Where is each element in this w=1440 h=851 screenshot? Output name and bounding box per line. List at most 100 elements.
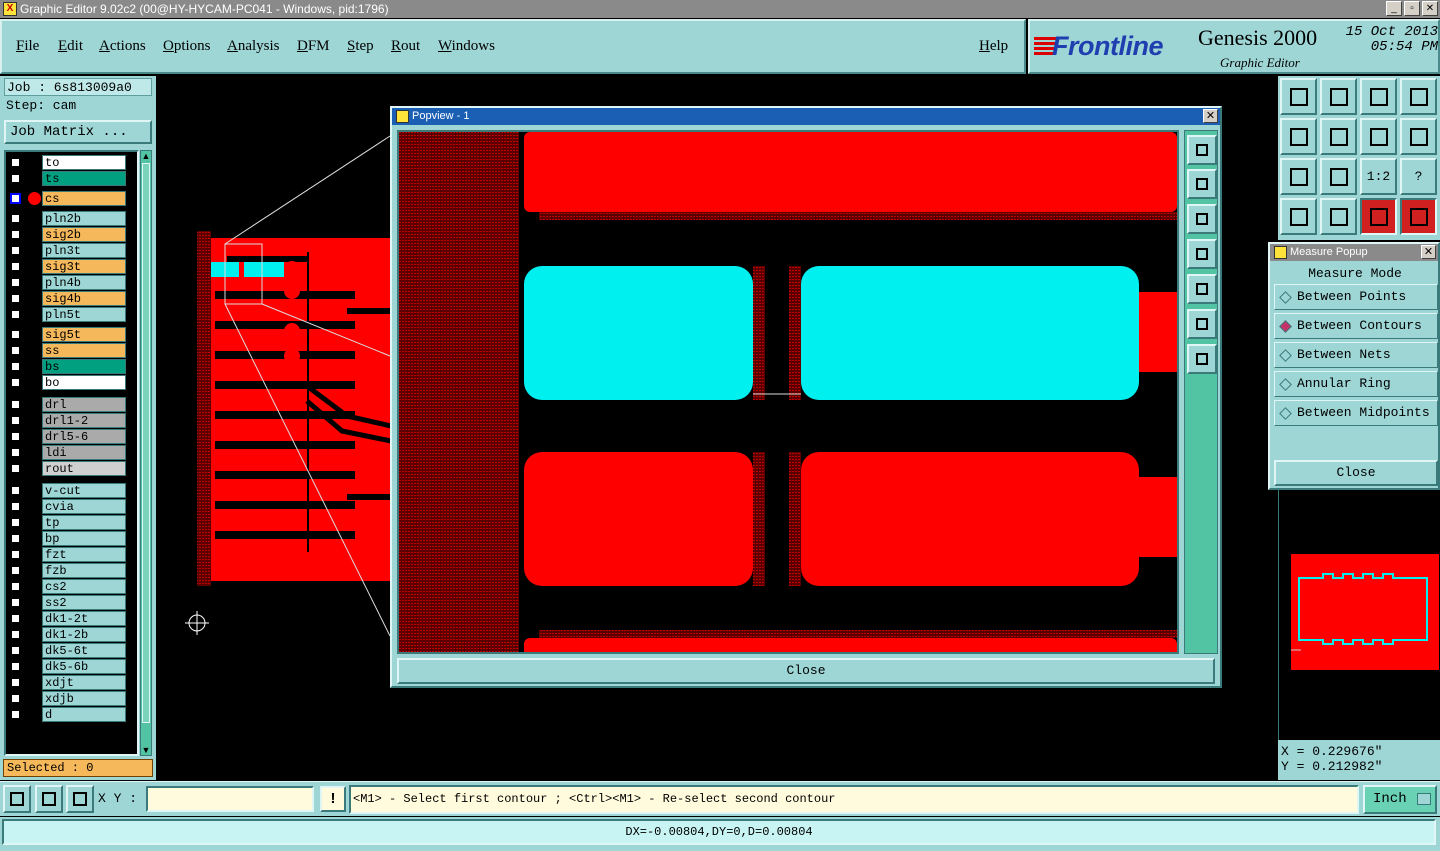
menu-help[interactable]: Help	[979, 38, 1008, 55]
layer-row[interactable]: rout	[8, 461, 128, 476]
menu-analysis[interactable]: Analysis	[227, 38, 280, 55]
grid-icon[interactable]	[1320, 198, 1357, 235]
layer-row[interactable]: ss	[8, 343, 128, 358]
layer-checkbox[interactable]	[10, 261, 21, 272]
layer-name[interactable]: pln3t	[42, 243, 126, 258]
popview-pan-left-icon[interactable]	[1187, 239, 1217, 269]
layer-checkbox[interactable]	[10, 463, 21, 474]
layer-checkbox[interactable]	[10, 309, 21, 320]
layer-checkbox[interactable]	[10, 709, 21, 720]
layer-checkbox[interactable]	[10, 277, 21, 288]
layer-checkbox[interactable]	[10, 447, 21, 458]
layer-row[interactable]: bo	[8, 375, 128, 390]
measure-option-between-midpoints[interactable]: Between Midpoints	[1274, 400, 1438, 426]
scroll-down-icon[interactable]: ▼	[141, 745, 151, 755]
layer-row[interactable]: pln5t	[8, 307, 128, 322]
layer-checkbox[interactable]	[10, 157, 21, 168]
layer-name[interactable]: dk1-2t	[42, 611, 126, 626]
layer-name[interactable]: sig3t	[42, 259, 126, 274]
menu-options[interactable]: Options	[163, 38, 211, 55]
layer-name[interactable]: sig2b	[42, 227, 126, 242]
layer-name[interactable]: v-cut	[42, 483, 126, 498]
layer-name[interactable]: ts	[42, 171, 126, 186]
layer-row[interactable]: bs	[8, 359, 128, 374]
layer-checkbox[interactable]	[10, 399, 21, 410]
layer-name[interactable]: drl5-6	[42, 429, 126, 444]
layer-name[interactable]: cs	[42, 191, 126, 206]
layer-name[interactable]: xdjb	[42, 691, 126, 706]
units-dropdown-icon[interactable]	[1417, 793, 1431, 805]
menu-edit[interactable]: Edit	[58, 38, 83, 55]
layer-row[interactable]: tp	[8, 515, 128, 530]
popview-canvas[interactable]	[397, 130, 1179, 654]
layer-checkbox[interactable]	[10, 213, 21, 224]
measure-titlebar[interactable]: Measure Popup ✕	[1270, 244, 1438, 261]
layer-checkbox[interactable]	[10, 431, 21, 442]
layer-checkbox[interactable]	[10, 173, 21, 184]
popview-zoom-icon[interactable]	[1187, 135, 1217, 165]
layer-row[interactable]: bp	[8, 531, 128, 546]
measure-close-button[interactable]: Close	[1274, 460, 1438, 486]
layer-row[interactable]: drl1-2	[8, 413, 128, 428]
layer-row[interactable]: v-cut	[8, 483, 128, 498]
job-matrix-button[interactable]: Job Matrix ...	[4, 120, 152, 144]
layer-name[interactable]: drl	[42, 397, 126, 412]
layer-row[interactable]: cs2	[8, 579, 128, 594]
layer-checkbox[interactable]	[10, 345, 21, 356]
layer-name[interactable]: to	[42, 155, 126, 170]
layer-row[interactable]: sig3t	[8, 259, 128, 274]
pan-left-icon[interactable]	[1280, 118, 1317, 155]
layer-name[interactable]: sig5t	[42, 327, 126, 342]
layer-name[interactable]: rout	[42, 461, 126, 476]
layer-row[interactable]: to	[8, 155, 128, 170]
units-selector[interactable]: Inch	[1363, 785, 1437, 814]
layer-row[interactable]: dk5-6t	[8, 643, 128, 658]
layer-row[interactable]: ldi	[8, 445, 128, 460]
pan-down-icon[interactable]	[1320, 78, 1357, 115]
layer-row[interactable]: ss2	[8, 595, 128, 610]
layer-row[interactable]: xdjb	[8, 691, 128, 706]
layer-name[interactable]: ss	[42, 343, 126, 358]
layer-row[interactable]: drl5-6	[8, 429, 128, 444]
layer-checkbox[interactable]	[10, 501, 21, 512]
window-split-icon[interactable]	[1400, 78, 1437, 115]
layer-row[interactable]: pln4b	[8, 275, 128, 290]
net-highlight-icon[interactable]	[1360, 198, 1397, 235]
menu-step[interactable]: Step	[347, 38, 374, 55]
layer-row[interactable]: d	[8, 707, 128, 722]
measure-icon[interactable]	[35, 785, 63, 813]
layer-checkbox[interactable]	[10, 293, 21, 304]
layer-row[interactable]: fzb	[8, 563, 128, 578]
layer-name[interactable]: fzb	[42, 563, 126, 578]
layer-name[interactable]: bs	[42, 359, 126, 374]
layer-checkbox[interactable]	[10, 329, 21, 340]
layer-row[interactable]: pln2b	[8, 211, 128, 226]
layer-row[interactable]: sig4b	[8, 291, 128, 306]
menu-windows[interactable]: Windows	[438, 38, 495, 55]
warning-button[interactable]: !	[320, 786, 346, 812]
menu-actions[interactable]: Actions	[99, 38, 146, 55]
snap-icon[interactable]	[1400, 118, 1437, 155]
zoom-ratio-button[interactable]: 1:2	[1360, 158, 1397, 195]
popview-zoom-in-icon[interactable]	[1187, 344, 1217, 374]
layer-checkbox[interactable]	[10, 549, 21, 560]
maximize-button[interactable]: ▫	[1404, 1, 1420, 16]
popview-pan-right-icon[interactable]	[1187, 274, 1217, 304]
minimize-button[interactable]: _	[1386, 1, 1402, 16]
popview-titlebar[interactable]: Popview - 1 ✕	[392, 108, 1220, 125]
layer-checkbox[interactable]	[10, 377, 21, 388]
layer-name[interactable]: fzt	[42, 547, 126, 562]
popview-close-button[interactable]: Close	[397, 658, 1215, 684]
xy-input[interactable]	[146, 786, 314, 812]
layer-row[interactable]: drl	[8, 397, 128, 412]
layer-checkbox[interactable]	[10, 229, 21, 240]
layer-name[interactable]: sig4b	[42, 291, 126, 306]
layer-checkbox[interactable]	[10, 581, 21, 592]
layer-name[interactable]: d	[42, 707, 126, 722]
layer-checkbox[interactable]	[10, 565, 21, 576]
home-icon[interactable]	[1360, 78, 1397, 115]
layer-checkbox[interactable]	[10, 613, 21, 624]
measure-option-between-points[interactable]: Between Points	[1274, 284, 1438, 310]
scroll-up-icon[interactable]: ▲	[141, 151, 151, 161]
layer-checkbox[interactable]	[10, 517, 21, 528]
